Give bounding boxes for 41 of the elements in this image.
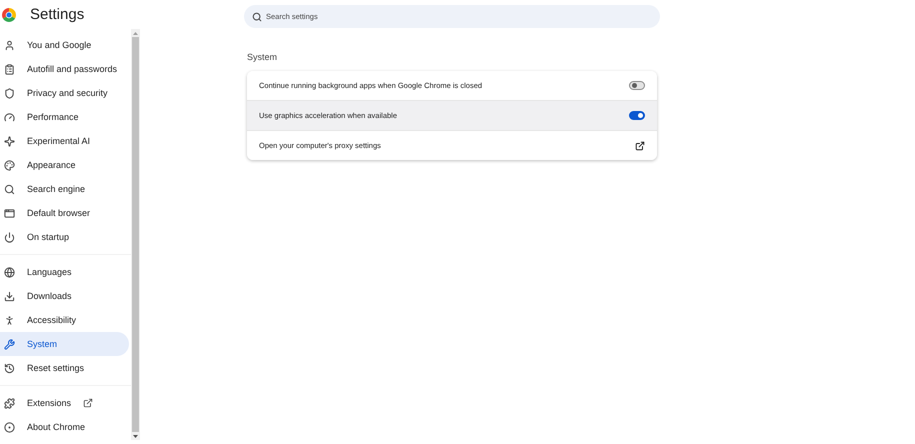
nav-item[interactable]: You and Google [0, 33, 129, 57]
nav-item[interactable]: Downloads [0, 284, 129, 308]
nav-item[interactable]: Performance [0, 105, 129, 129]
download-icon [4, 290, 15, 302]
globe-icon [4, 266, 15, 278]
wrench-icon [4, 338, 15, 350]
search-icon [252, 12, 262, 22]
nav-item[interactable]: Accessibility [0, 308, 129, 332]
page-title: Settings [30, 6, 84, 23]
section-title: System [247, 52, 278, 62]
clipboard-icon [4, 64, 15, 74]
sparkle-icon [4, 136, 15, 146]
browser-logo-icon [2, 8, 16, 22]
shield-icon [4, 88, 15, 98]
toggle-switch[interactable] [629, 81, 645, 90]
scroll-down-arrow-icon[interactable] [133, 434, 138, 438]
search-icon [4, 184, 15, 194]
nav-item[interactable]: Extensions [0, 391, 129, 415]
nav-item[interactable]: Search engine [0, 177, 129, 201]
nav-item[interactable]: Experimental AI [0, 129, 129, 153]
external-link-icon[interactable] [635, 140, 645, 150]
person-icon [4, 314, 15, 326]
scrollbar[interactable] [131, 29, 140, 440]
nav-item[interactable]: Default browser [0, 201, 129, 225]
nav-item[interactable]: Appearance [0, 153, 129, 177]
nav-item[interactable]: About Chrome [0, 415, 129, 439]
nav-item[interactable]: System [0, 332, 129, 356]
nav-item[interactable]: On startup [0, 225, 129, 249]
nav-item[interactable]: Autofill and passwords [0, 57, 129, 81]
power-icon [4, 232, 15, 242]
history-icon [4, 362, 15, 374]
person-icon [4, 40, 15, 50]
palette-icon [4, 160, 15, 170]
nav-item[interactable]: Reset settings [0, 356, 129, 380]
nav-item[interactable]: Privacy and security [0, 81, 129, 105]
browser-window-icon [4, 208, 15, 218]
toggle-switch[interactable] [629, 111, 645, 120]
nav-item[interactable]: Languages [0, 260, 129, 284]
circle-icon [4, 422, 15, 432]
puzzle-icon [4, 398, 15, 408]
gauge-icon [4, 112, 15, 122]
